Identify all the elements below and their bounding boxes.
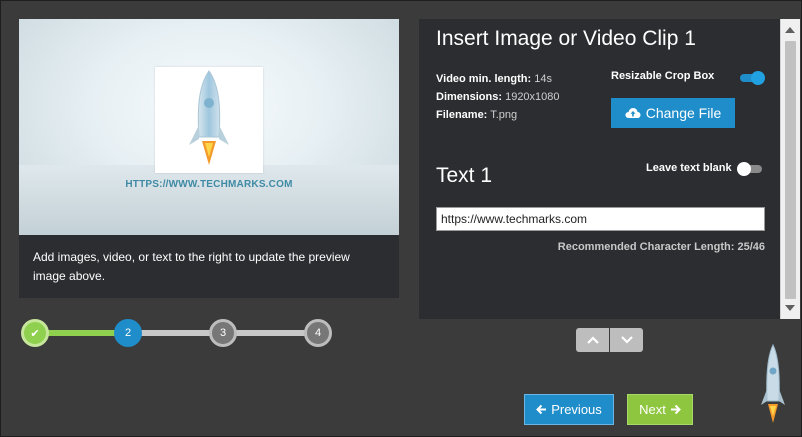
arrow-left-icon — [536, 404, 547, 415]
next-button[interactable]: Next — [627, 394, 693, 425]
step-4[interactable]: 4 — [304, 319, 332, 347]
next-label: Next — [639, 402, 666, 417]
resizable-crop-toggle[interactable] — [740, 71, 765, 85]
chevron-up-icon — [586, 336, 599, 344]
text-1-input[interactable] — [436, 207, 765, 231]
resizable-crop-label: Resizable Crop Box — [611, 70, 715, 82]
checkmark-icon: ✔ — [30, 327, 40, 340]
panel-scrollbar[interactable] — [780, 19, 800, 319]
video-min-length-label: Video min. length: — [436, 73, 532, 85]
recommended-length: Recommended Character Length: 25/46 — [557, 241, 765, 253]
preview-caption: HTTPS://WWW.TECHMARKS.COM — [125, 179, 293, 190]
move-down-button[interactable] — [610, 328, 643, 352]
progress-stepper: ✔ 2 3 4 — [19, 317, 339, 349]
text-section-title: Text 1 — [436, 164, 493, 187]
video-min-length-value: 14s — [534, 73, 552, 85]
step-1[interactable]: ✔ — [21, 319, 49, 347]
move-up-button[interactable] — [576, 328, 609, 352]
rocket-logo-icon — [761, 343, 785, 423]
previous-button[interactable]: Previous — [524, 394, 614, 425]
scroll-up-arrow-icon[interactable] — [785, 27, 795, 33]
preview-image: HTTPS://WWW.TECHMARKS.COM — [19, 19, 399, 235]
reorder-controls — [576, 328, 643, 352]
leave-blank-label: Leave text blank — [646, 162, 732, 174]
toggle-knob — [737, 162, 751, 176]
step-3[interactable]: 3 — [209, 319, 237, 347]
filename-value: T.png — [490, 109, 518, 121]
preview-note: Add images, video, or text to the right … — [19, 235, 399, 298]
arrow-right-icon — [670, 404, 681, 415]
step-3-label: 3 — [219, 327, 227, 339]
toggle-knob — [751, 71, 765, 85]
cloud-upload-icon — [625, 108, 641, 118]
change-file-label: Change File — [645, 105, 722, 121]
step-4-label: 4 — [314, 327, 322, 339]
clip-metadata: Video min. length: 14s Dimensions: 1920x… — [436, 70, 560, 124]
previous-label: Previous — [551, 402, 602, 417]
dimensions-value: 1920x1080 — [505, 91, 560, 103]
change-file-button[interactable]: Change File — [611, 98, 735, 128]
panel-title: Insert Image or Video Clip 1 — [436, 27, 696, 50]
leave-blank-toggle[interactable] — [737, 162, 762, 176]
step-2-label: 2 — [124, 327, 132, 339]
edit-panel: Insert Image or Video Clip 1 Video min. … — [419, 19, 780, 319]
preview-floor — [19, 165, 399, 235]
scroll-down-arrow-icon[interactable] — [785, 305, 795, 311]
preview-logo — [155, 67, 263, 173]
chevron-down-icon — [620, 336, 633, 344]
step-2[interactable]: 2 — [114, 319, 142, 347]
filename-label: Filename: — [436, 109, 488, 121]
dimensions-label: Dimensions: — [436, 91, 503, 103]
scrollbar-thumb[interactable] — [785, 41, 796, 299]
